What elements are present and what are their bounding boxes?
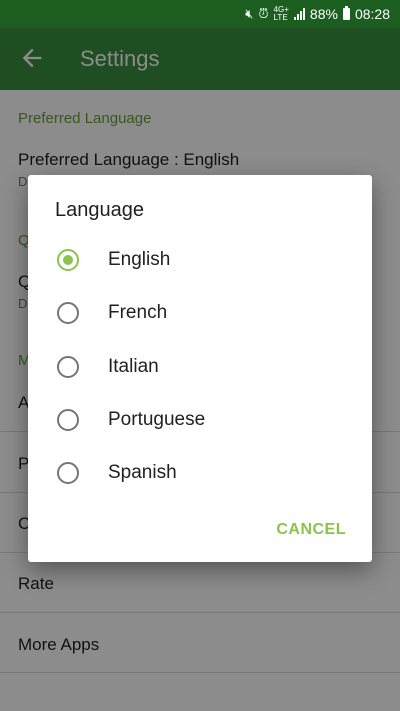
- language-option-english[interactable]: English: [28, 234, 372, 287]
- language-option-french[interactable]: French: [28, 287, 372, 340]
- battery-percent: 88%: [309, 6, 338, 22]
- signal-icon: [293, 8, 305, 20]
- option-label: Portuguese: [108, 409, 206, 430]
- alarm-icon: ⏰︎: [258, 6, 269, 21]
- radio-button[interactable]: [57, 356, 79, 378]
- radio-button[interactable]: [57, 462, 79, 484]
- status-time: 08:28: [354, 6, 390, 22]
- dialog-title: Language: [55, 199, 144, 221]
- language-option-italian[interactable]: Italian: [28, 341, 372, 394]
- language-option-spanish[interactable]: Spanish: [28, 447, 372, 500]
- language-dialog: Language English French Italian Portugue…: [28, 175, 372, 562]
- radio-button[interactable]: [57, 302, 79, 324]
- cancel-button[interactable]: CANCEL: [276, 521, 346, 539]
- radio-button-checked[interactable]: [57, 249, 79, 271]
- option-label: English: [108, 249, 171, 270]
- network-subtype: LTE: [273, 13, 288, 22]
- option-label: Spanish: [108, 462, 177, 483]
- status-bar: 🔇︎ ⏰︎ 4G+ LTE 88% 08:28: [0, 0, 400, 28]
- battery-icon: [342, 6, 350, 20]
- option-label: Italian: [108, 356, 159, 377]
- network-indicator: 4G+ LTE: [274, 6, 289, 22]
- mute-icon: 🔇︎: [245, 6, 254, 21]
- status-icons: 🔇︎ ⏰︎ 4G+ LTE 88% 08:28: [245, 0, 390, 28]
- language-option-portuguese[interactable]: Portuguese: [28, 394, 372, 447]
- radio-button[interactable]: [57, 409, 79, 431]
- option-label: French: [108, 302, 168, 323]
